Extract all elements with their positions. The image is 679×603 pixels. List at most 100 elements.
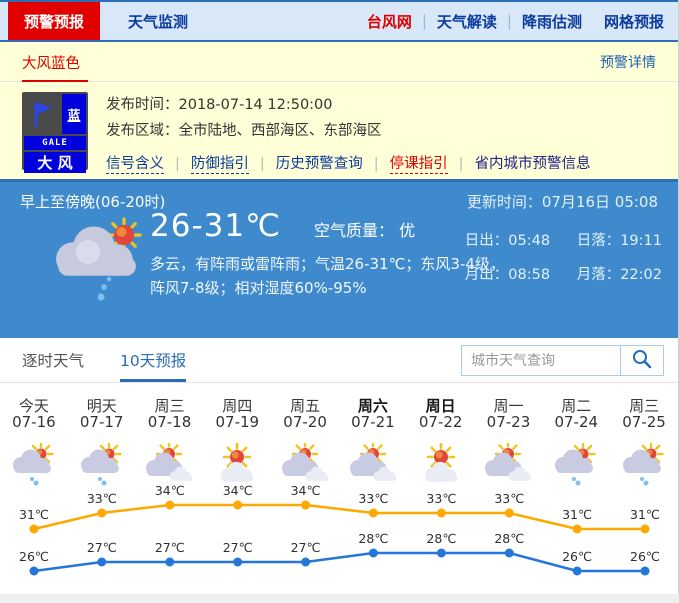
day-name: 周三	[136, 383, 204, 413]
day-name: 周二	[542, 383, 610, 413]
svg-text:26℃: 26℃	[19, 549, 49, 564]
link-class-suspension[interactable]: 停课指引	[390, 156, 448, 174]
warning-type-tab[interactable]: 大风蓝色	[22, 52, 80, 73]
nav-link-grid-forecast[interactable]: 网格预报	[604, 11, 664, 32]
weather-partly-sunny-icon	[407, 439, 475, 485]
city-search-input[interactable]	[462, 346, 620, 375]
svg-text:27℃: 27℃	[223, 540, 253, 555]
day-name: 周一	[475, 383, 543, 413]
tab-hourly-weather[interactable]: 逐时天气	[22, 338, 84, 382]
forecast-day-column: 周四07-19	[203, 383, 271, 485]
weather-description-line1: 多云，有阵雨或雷阵雨；气温26-31℃；东风3-4级，	[150, 252, 505, 276]
weather-cloudy-icon	[339, 439, 407, 485]
day-date: 07-20	[271, 413, 339, 439]
day-date: 07-19	[203, 413, 271, 439]
svg-text:34℃: 34℃	[223, 485, 253, 498]
forecast-day-column: 周五07-20	[271, 383, 339, 485]
svg-text:34℃: 34℃	[155, 485, 185, 498]
day-date: 07-21	[339, 413, 407, 439]
gale-warning-sign-icon: 蓝 GALE 大 风	[22, 92, 88, 170]
link-province-warnings[interactable]: 省内城市预警信息	[475, 156, 591, 172]
day-date: 07-22	[407, 413, 475, 439]
warning-detail-link[interactable]: 预警详情	[600, 52, 656, 72]
temperature-chart: 31℃33℃34℃34℃34℃33℃33℃33℃31℃31℃26℃27℃27℃2…	[0, 485, 678, 589]
svg-text:27℃: 27℃	[155, 540, 185, 555]
day-name: 周日	[407, 383, 475, 413]
link-warning-history[interactable]: 历史预警查询	[276, 156, 363, 172]
search-button[interactable]	[620, 346, 663, 375]
forecast-day-column: 周三07-25	[610, 383, 678, 485]
day-name: 周三	[610, 383, 678, 413]
nav-link-typhoon[interactable]: 台风网	[367, 11, 412, 32]
svg-text:27℃: 27℃	[291, 540, 321, 555]
forecast-tabs: 逐时天气 10天预报	[0, 338, 678, 383]
tab-ten-day-forecast[interactable]: 10天预报	[120, 338, 186, 382]
sun-moon-times: 日出：05:48 日落：19:11 月出：08:58 月落：22:02	[465, 229, 662, 297]
forecast-day-column: 周六07-21	[339, 383, 407, 485]
sunrise-time: 日出：05:48	[465, 229, 550, 250]
temperature-chart-svg: 31℃33℃34℃34℃34℃33℃33℃33℃31℃31℃26℃27℃27℃2…	[0, 485, 679, 589]
warning-body: 蓝 GALE 大 风 发布时间：2018-07-14 12:50:00 发布区域…	[0, 82, 678, 173]
air-quality: 空气质量： 优	[314, 221, 415, 240]
current-weather-section: 早上至傍晚(06-20时) 更新时间：07月16日 05:08 26-31℃ 空…	[0, 182, 678, 338]
svg-text:33℃: 33℃	[87, 491, 117, 506]
warning-section: 大风蓝色 预警详情 蓝 GALE 大 风	[0, 42, 678, 182]
forecast-days: 今天07-16明天07-17周三07-18周四07-19周五07-20周六07-…	[0, 383, 678, 485]
warning-type-underline	[22, 80, 88, 82]
publish-time-value: 2018-07-14 12:50:00	[179, 97, 333, 113]
svg-text:33℃: 33℃	[426, 491, 456, 506]
day-date: 07-23	[475, 413, 543, 439]
moonrise-time: 月出：08:58	[465, 263, 550, 284]
search-icon	[631, 348, 653, 373]
svg-text:33℃: 33℃	[358, 491, 388, 506]
publish-area-row: 发布区域：全市陆地、西部海区、东部海区	[106, 118, 591, 144]
svg-text:26℃: 26℃	[630, 549, 660, 564]
svg-text:31℃: 31℃	[630, 507, 660, 522]
day-date: 07-24	[542, 413, 610, 439]
forecast-day-column: 周三07-18	[136, 383, 204, 485]
day-name: 今天	[0, 383, 68, 413]
gale-name-label: 大 风	[24, 152, 86, 173]
city-search	[461, 345, 664, 376]
forecast-day-column: 今天07-16	[0, 383, 68, 485]
forecast-period-label: 早上至傍晚(06-20时)	[20, 191, 165, 212]
day-name: 周六	[339, 383, 407, 413]
svg-text:28℃: 28℃	[426, 531, 456, 546]
svg-text:28℃: 28℃	[358, 531, 388, 546]
tab-weather-monitor[interactable]: 天气监测	[100, 2, 216, 40]
svg-text:34℃: 34℃	[291, 485, 321, 498]
link-signal-meaning[interactable]: 信号含义	[106, 156, 164, 174]
weather-shower-icon	[68, 439, 136, 485]
gale-level-badge: 蓝	[62, 94, 86, 134]
forecast-day-column: 周一07-23	[475, 383, 543, 485]
weather-shower-icon	[610, 439, 678, 485]
nav-link-rain-estimate[interactable]: 降雨估测	[522, 11, 582, 32]
weather-cloudy-icon	[136, 439, 204, 485]
weather-description-line2: 阵风7-8级；相对湿度60%-95%	[150, 276, 505, 300]
top-nav-links: 台风网 | 天气解读 | 降雨估测 网格预报	[367, 2, 678, 40]
svg-text:31℃: 31℃	[562, 507, 592, 522]
link-defense-guide[interactable]: 防御指引	[191, 156, 249, 174]
warning-texts: 发布时间：2018-07-14 12:50:00 发布区域：全市陆地、西部海区、…	[106, 92, 591, 173]
day-name: 周四	[203, 383, 271, 413]
weather-shower-icon	[0, 439, 68, 485]
day-name: 明天	[68, 383, 136, 413]
gale-flag-icon	[24, 94, 60, 134]
svg-text:31℃: 31℃	[19, 507, 49, 522]
tab-warning-forecast-label: 预警预报	[24, 11, 84, 32]
forecast-day-column: 明天07-17	[68, 383, 136, 485]
top-nav: 预警预报 天气监测 台风网 | 天气解读 | 降雨估测 网格预报	[0, 0, 678, 42]
tab-weather-monitor-label: 天气监测	[128, 11, 188, 32]
svg-text:26℃: 26℃	[562, 549, 592, 564]
day-date: 07-16	[0, 413, 68, 439]
warning-links: 信号含义|防御指引|历史预警查询|停课指引|省内城市预警信息	[106, 152, 591, 173]
day-name: 周五	[271, 383, 339, 413]
nav-link-weather-explain[interactable]: 天气解读	[437, 11, 497, 32]
weather-widget: 预警预报 天气监测 台风网 | 天气解读 | 降雨估测 网格预报 大风蓝色 预警…	[0, 0, 679, 594]
svg-text:28℃: 28℃	[494, 531, 524, 546]
forecast-day-column: 周二07-24	[542, 383, 610, 485]
tab-warning-forecast[interactable]: 预警预报	[8, 2, 100, 40]
gale-code-label: GALE	[24, 136, 86, 150]
moonset-time: 月落：22:02	[577, 263, 662, 284]
sunset-time: 日落：19:11	[577, 229, 662, 250]
